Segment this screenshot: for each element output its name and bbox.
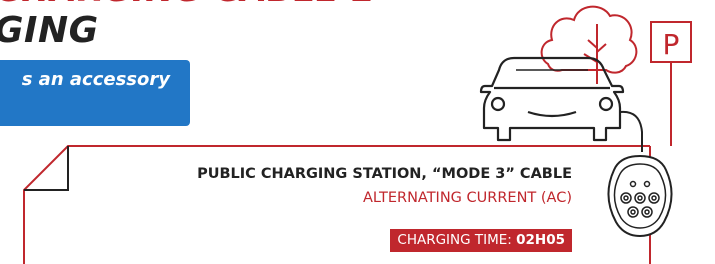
tree-icon	[540, 5, 638, 84]
charging-time-badge: CHARGING TIME: 02H05	[390, 229, 572, 252]
charging-time-label: CHARGING TIME:	[397, 232, 517, 248]
station-title: PUBLIC CHARGING STATION, “MODE 3” CABLE	[197, 166, 572, 182]
charging-time-value: 02H05	[516, 232, 565, 248]
current-type: ALTERNATING CURRENT (AC)	[362, 190, 572, 206]
parking-letter: P	[663, 28, 680, 61]
illustration: P	[23, 5, 692, 264]
type2-connector-icon	[607, 154, 673, 238]
parking-sign-icon: P	[650, 21, 692, 146]
